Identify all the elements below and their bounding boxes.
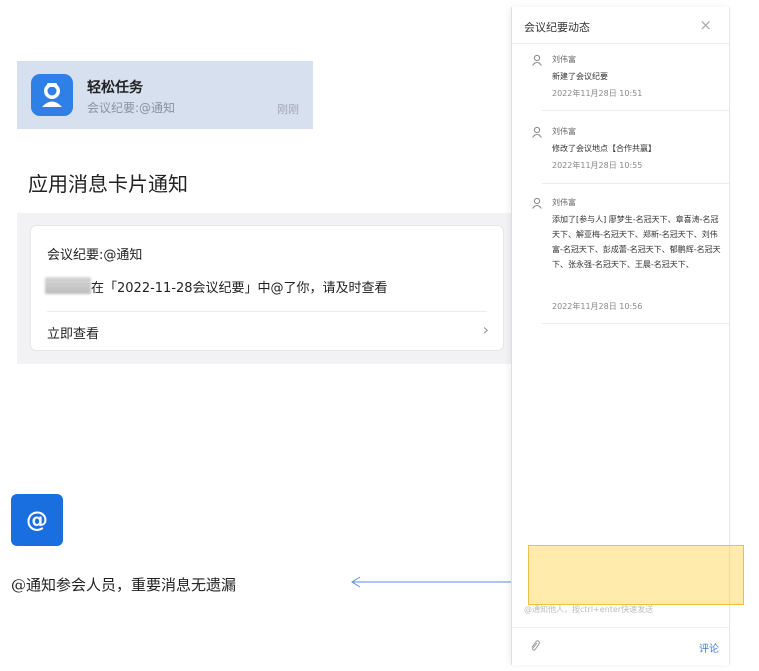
activity-user: 刘伟富 [552,55,576,64]
highlight-box [528,545,744,605]
blurred-user-name [45,277,91,294]
activity-divider [542,323,729,324]
card-body: 在「2022-11-28会议纪要」中@了你，请及时查看 [91,281,388,296]
chevron-right-icon[interactable]: › [483,320,489,339]
activity-divider [542,183,729,184]
user-icon [532,54,542,66]
card-title: 会议纪要:@通知 [47,248,143,263]
activity-time: 2022年11月28日 10:51 [552,89,643,98]
section-title: 应用消息卡片通知 [28,172,188,196]
activity-text: 添加了[参与人] 廖梦生-名冠天下、章喜涛-名冠天下、解亚梅-名冠天下、郑新-名… [552,215,721,269]
card-divider [47,311,487,312]
comment-button[interactable]: 评论 [699,640,719,655]
activity-time: 2022年11月28日 10:55 [552,161,643,170]
activity-time: 2022年11月28日 10:56 [552,302,643,311]
activity-text: 新建了会议纪要 [552,72,608,81]
user-icon [532,197,542,209]
user-icon [532,126,542,138]
notification-banner[interactable]: 轻松任务 会议纪要:@通知 刚刚 [17,61,313,129]
notification-time: 刚刚 [277,103,299,116]
app-icon [31,74,73,116]
activity-divider [542,110,729,111]
notification-title: 轻松任务 [87,80,143,96]
at-icon: @ [11,494,63,546]
paperclip-icon[interactable] [530,640,540,655]
at-caption: @通知参会人员，重要消息无遗漏 [11,576,237,594]
activity-text: 修改了会议地点【合作共赢】 [552,144,656,153]
activity-user: 刘伟富 [552,127,576,136]
comment-input[interactable]: @通知他人，按ctrl+enter快速发送 [524,604,653,615]
panel-header: 会议纪要动态 × [512,7,729,44]
view-now-link[interactable]: 立即查看 [47,323,99,342]
card-container: 会议纪要:@通知 在「2022-11-28会议纪要」中@了你，请及时查看 立即查… [17,213,517,364]
close-icon[interactable]: × [699,16,712,34]
notification-subtitle: 会议纪要:@通知 [87,101,176,115]
message-card[interactable]: 会议纪要:@通知 在「2022-11-28会议纪要」中@了你，请及时查看 立即查… [30,225,504,351]
activity-user: 刘伟富 [552,198,576,207]
comment-divider [512,627,729,628]
panel-title: 会议纪要动态 [524,21,590,34]
